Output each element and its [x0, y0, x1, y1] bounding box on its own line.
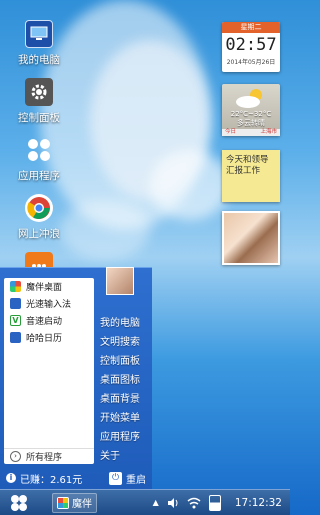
weather-temp: 22°C~32°C — [230, 110, 272, 118]
photo-frame-widget[interactable] — [222, 211, 280, 265]
start-app-item[interactable]: V 音速启动 — [4, 312, 94, 329]
pinwheel-icon — [10, 281, 21, 292]
clock-weekday: 星期二 — [222, 22, 280, 33]
pinwheel-icon — [57, 496, 69, 509]
android-desktop: { "desktop_icons": [ {"label": "我的电脑", "… — [0, 0, 290, 515]
desktop-icon-control-panel[interactable]: 控制面板 — [8, 78, 70, 125]
battery-icon[interactable] — [208, 494, 221, 511]
start-app-item[interactable]: 光速输入法 — [4, 295, 94, 312]
v-icon: V — [10, 315, 21, 326]
start-link-desktop-background[interactable]: 桌面背景 — [100, 390, 140, 409]
wallpaper-cloud — [60, 200, 150, 260]
start-link-applications[interactable]: 应用程序 — [100, 428, 140, 447]
restart-button[interactable]: ⏻ 重启 — [109, 471, 146, 486]
start-link-search[interactable]: 文明搜索 — [100, 333, 140, 352]
calendar-icon — [10, 332, 21, 343]
desktop-icon-my-computer[interactable]: 我的电脑 — [8, 20, 70, 67]
clock-time: 02:57 — [225, 35, 277, 55]
start-menu: 魔伴桌面 光速输入法 V 音速启动 哈哈日历 › 所有程序 我的电脑 文明搜索 … — [0, 267, 152, 489]
input-icon — [10, 298, 21, 309]
start-button[interactable] — [8, 492, 30, 514]
desktop-icon-web-browser[interactable]: 网上冲浪 — [8, 194, 70, 241]
sticky-note-widget[interactable]: 今天和领导汇报工作 — [222, 150, 280, 202]
clock-date: 2014年05月26日 — [226, 59, 276, 66]
info-icon: i — [6, 473, 16, 483]
computer-icon — [25, 20, 53, 48]
chrome-icon — [25, 194, 53, 222]
taskbar-clock: 17:12:32 — [234, 496, 282, 509]
gear-icon — [25, 78, 53, 106]
taskbar: 魔伴 ▲ 17:12:32 — [0, 489, 290, 515]
avatar[interactable] — [106, 267, 134, 295]
start-menu-footer: i 已赚：2.61元 ⏻ 重启 — [0, 467, 152, 489]
volume-icon[interactable] — [167, 497, 179, 509]
weather-widget[interactable]: 22°C~32°C 多云转晴 今日 上海市 — [222, 84, 280, 136]
start-app-item[interactable]: 魔伴桌面 — [4, 278, 94, 295]
clock-widget[interactable]: 星期二 02:57 2014年05月26日 — [222, 22, 280, 72]
all-programs-button[interactable]: › 所有程序 — [4, 448, 94, 464]
tray-expand-icon[interactable]: ▲ — [153, 498, 159, 507]
power-icon: ⏻ — [109, 471, 122, 485]
system-tray: ▲ 17:12:32 — [153, 494, 290, 511]
photo-image — [224, 213, 278, 263]
start-link-control-panel[interactable]: 控制面板 — [100, 352, 140, 371]
start-app-item[interactable]: 哈哈日历 — [4, 329, 94, 346]
start-menu-app-list: 魔伴桌面 光速输入法 V 音速启动 哈哈日历 › 所有程序 — [4, 278, 94, 464]
weather-city: 上海市 — [260, 129, 277, 135]
cloud-sun-icon — [236, 89, 262, 108]
weather-desc: 多云转晴 — [237, 119, 265, 127]
start-menu-right-list: 我的电脑 文明搜索 控制面板 桌面图标 桌面背景 开始菜单 应用程序 关于 — [100, 314, 140, 466]
weather-today: 今日 — [225, 129, 237, 135]
start-link-about[interactable]: 关于 — [100, 447, 140, 466]
desktop-icon-applications[interactable]: 应用程序 — [8, 136, 70, 183]
pinwheel-start-icon — [11, 494, 27, 511]
arrow-right-icon: › — [10, 451, 21, 462]
taskbar-task-moban[interactable]: 魔伴 — [52, 492, 97, 513]
start-link-desktop-icons[interactable]: 桌面图标 — [100, 371, 140, 390]
earnings[interactable]: i 已赚：2.61元 — [6, 471, 82, 486]
start-link-my-computer[interactable]: 我的电脑 — [100, 314, 140, 333]
weather-bar: 今日 上海市 — [222, 129, 280, 136]
apps-grid-icon — [25, 136, 53, 164]
start-link-start-menu[interactable]: 开始菜单 — [100, 409, 140, 428]
wifi-icon[interactable] — [187, 497, 201, 509]
wallpaper-cloud — [150, 150, 230, 220]
